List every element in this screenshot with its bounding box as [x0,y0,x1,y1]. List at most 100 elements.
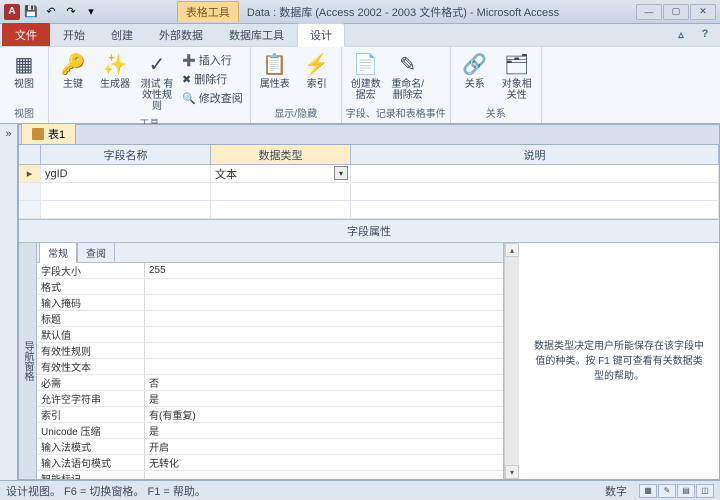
tab-general[interactable]: 常规 [39,243,77,263]
tab-design[interactable]: 设计 [297,23,345,47]
ribbon-minimize-icon[interactable]: ▵ [672,28,690,46]
object-dependencies-button[interactable]: 🗂对象相关性 [497,49,537,103]
modify-lookups-button[interactable]: 🔍修改查阅 [179,89,246,107]
rename-delete-macro-button[interactable]: ✎重命名/ 删除宏 [388,49,428,103]
property-value[interactable]: 否 [145,375,503,390]
row-selector[interactable] [19,201,41,218]
save-icon[interactable]: 💾 [22,3,40,21]
property-name: 允许空字符串 [37,391,145,406]
test-validation-button[interactable]: ✓测试 有效性规则 [137,49,177,114]
property-value[interactable] [145,327,503,342]
macro-icon: 📄 [352,51,380,77]
indexes-icon: ⚡ [303,51,331,77]
design-grid-row [19,183,719,201]
maximize-button[interactable]: ▢ [663,4,689,20]
document-tab-table1[interactable]: 表1 [21,124,76,144]
primary-key-button[interactable]: 🔑主键 [53,49,93,92]
row-selector[interactable] [19,183,41,200]
view-button[interactable]: ▦视图 [4,49,44,92]
scroll-down-icon[interactable]: ▾ [505,465,519,479]
scroll-up-icon[interactable]: ▴ [505,243,519,257]
property-name: Unicode 压缩 [37,423,145,438]
tab-lookup[interactable]: 查阅 [77,243,115,262]
property-value[interactable]: 是 [145,391,503,406]
view-pivot-icon[interactable]: ◫ [696,484,714,498]
description-cell[interactable] [351,183,719,200]
redo-icon[interactable]: ↷ [62,3,80,21]
relationships-button[interactable]: 🔗关系 [455,49,495,92]
property-value[interactable]: 无转化 [145,455,503,470]
indexes-button[interactable]: ⚡索引 [297,49,337,92]
key-icon: 🔑 [59,51,87,77]
property-name: 字段大小 [37,263,145,278]
property-value[interactable]: 有(有重复) [145,407,503,422]
group-showhide: 显示/隐藏 [255,104,337,121]
insert-rows-button[interactable]: ➕插入行 [179,51,246,69]
tab-dbtools[interactable]: 数据库工具 [216,23,297,46]
property-row: 有效性文本 [37,359,503,375]
col-description[interactable]: 说明 [351,145,719,164]
relationships-icon: 🔗 [461,51,489,77]
dropdown-icon[interactable]: ▾ [334,166,348,180]
app-icon[interactable]: A [4,4,20,20]
insert-row-icon: ➕ [182,54,196,67]
property-sheet-button[interactable]: 📋属性表 [255,49,295,92]
status-text: 设计视图。 F6 = 切换窗格。 F1 = 帮助。 [6,483,206,499]
view-design-icon[interactable]: ✎ [658,484,676,498]
tab-create[interactable]: 创建 [98,23,146,46]
property-name: 输入掩码 [37,295,145,310]
delete-rows-button[interactable]: ✖删除行 [179,70,246,88]
view-datasheet-icon[interactable]: ▦ [639,484,657,498]
undo-icon[interactable]: ↶ [42,3,60,21]
property-value[interactable] [145,311,503,326]
navigation-pane-collapsed[interactable]: » [0,124,18,480]
col-data-type[interactable]: 数据类型 [211,145,351,164]
property-scrollbar[interactable]: ▴ ▾ [504,243,519,479]
property-row: 索引有(有重复) [37,407,503,423]
col-field-name[interactable]: 字段名称 [41,145,211,164]
property-value[interactable] [145,343,503,358]
status-bar: 设计视图。 F6 = 切换窗格。 F1 = 帮助。 数字 ▦ ✎ ▤ ◫ [0,480,720,500]
data-type-cell[interactable] [211,201,351,218]
field-name-cell[interactable] [41,183,211,200]
data-type-cell[interactable] [211,183,351,200]
help-text: 数据类型决定用户所能保存在该字段中值的种类。按 F1 键可查看有关数据类型的帮助… [519,243,719,479]
property-row: 输入掩码 [37,295,503,311]
property-grid: 字段大小255格式输入掩码标题默认值有效性规则有效性文本必需否允许空字符串是索引… [37,263,503,479]
row-selector-header[interactable] [19,145,41,164]
field-properties-pane: 导航窗格 常规 查阅 字段大小255格式输入掩码标题默认值有效性规则有效性文本必… [19,243,719,479]
help-icon[interactable]: ? [696,28,714,46]
property-name: 输入法模式 [37,439,145,454]
document-area: » 表1 字段名称 数据类型 说明 ▸ ygID 文本▾ 字 [0,124,720,480]
tab-file[interactable]: 文件 [2,23,50,46]
test-icon: ✓ [143,51,171,77]
property-value[interactable]: 开启 [145,439,503,454]
nav-pane-label[interactable]: 导航窗格 [19,243,37,479]
view-sql-icon[interactable]: ▤ [677,484,695,498]
property-value[interactable] [145,359,503,374]
tab-home[interactable]: 开始 [50,23,98,46]
builder-button[interactable]: ✨生成器 [95,49,135,92]
quick-access-toolbar: A 💾 ↶ ↷ ▾ [4,3,100,21]
property-row: 输入法模式开启 [37,439,503,455]
field-name-cell[interactable] [41,201,211,218]
description-cell[interactable] [351,201,719,218]
property-value[interactable]: 是 [145,423,503,438]
table-icon [32,128,44,140]
create-data-macro-button[interactable]: 📄创建数据宏 [346,49,386,103]
minimize-button[interactable]: — [636,4,662,20]
close-button[interactable]: ✕ [690,4,716,20]
property-value[interactable] [145,279,503,294]
property-value[interactable]: 255 [145,263,503,278]
property-value[interactable] [145,471,503,479]
description-cell[interactable] [351,165,719,182]
qat-dropdown-icon[interactable]: ▾ [82,3,100,21]
field-name-cell[interactable]: ygID [41,165,211,182]
data-type-cell[interactable]: 文本▾ [211,165,351,182]
property-tabs: 常规 查阅 [37,243,503,263]
dependencies-icon: 🗂 [503,51,531,77]
property-value[interactable] [145,295,503,310]
context-tab-label: 表格工具 [177,1,239,22]
row-selector[interactable]: ▸ [19,165,41,182]
tab-external[interactable]: 外部数据 [146,23,216,46]
